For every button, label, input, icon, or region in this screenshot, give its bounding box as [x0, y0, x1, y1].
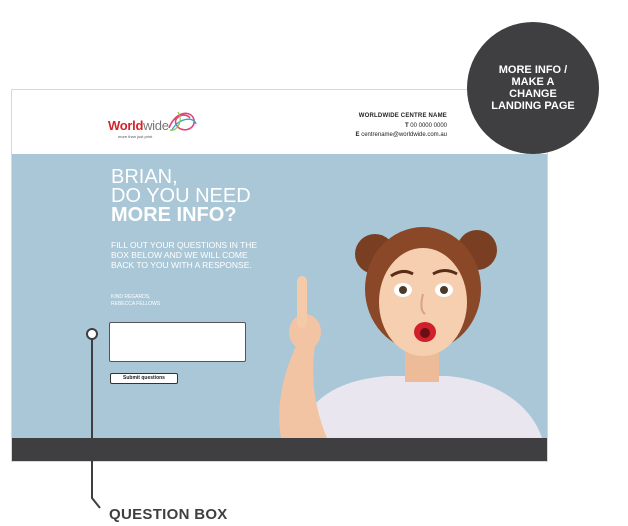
question-box-label: QUESTION BOX [109, 506, 228, 523]
callout-connector [86, 328, 101, 509]
